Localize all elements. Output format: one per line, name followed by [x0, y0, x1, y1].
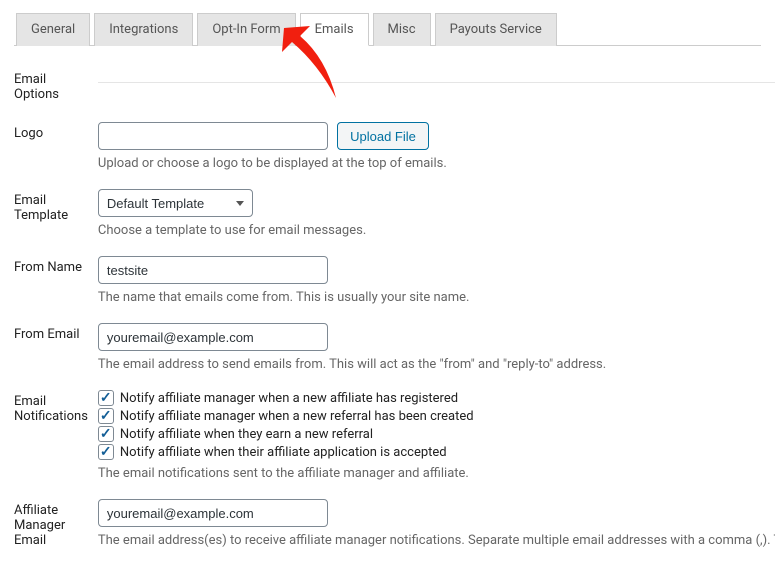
affiliate-manager-email-description: The email address(es) to receive affilia…	[98, 533, 775, 548]
email-template-description: Choose a template to use for email messa…	[98, 223, 775, 238]
from-email-label: From Email	[14, 309, 98, 376]
email-notifications-description: The email notifications sent to the affi…	[98, 466, 775, 481]
logo-label: Logo	[14, 108, 98, 175]
affiliate-manager-email-label: Affiliate Manager Email	[14, 485, 98, 552]
section-divider	[98, 82, 775, 83]
from-email-description: The email address to send emails from. T…	[98, 357, 775, 372]
upload-file-button[interactable]: Upload File	[337, 122, 429, 150]
from-name-input[interactable]	[98, 256, 328, 284]
email-template-select[interactable]: Default Template	[98, 189, 253, 217]
notify-affiliate-application-accepted-label: Notify affiliate when their affiliate ap…	[120, 445, 447, 460]
notify-manager-new-affiliate-checkbox[interactable]	[98, 390, 114, 406]
settings-form: Email Options Logo Upload File Upload or…	[14, 54, 775, 552]
logo-description: Upload or choose a logo to be displayed …	[98, 156, 775, 171]
from-name-description: The name that emails come from. This is …	[98, 290, 775, 305]
email-notifications-label: Email Notifications	[14, 376, 98, 485]
email-template-label: Email Template	[14, 175, 98, 242]
affiliate-manager-email-input[interactable]	[98, 499, 328, 527]
tab-emails[interactable]: Emails	[300, 13, 369, 46]
from-email-input[interactable]	[98, 323, 328, 351]
notify-manager-new-referral-checkbox[interactable]	[98, 408, 114, 424]
notify-affiliate-earn-referral-checkbox[interactable]	[98, 426, 114, 442]
tab-general[interactable]: General	[16, 13, 90, 46]
tab-opt-in-form[interactable]: Opt-In Form	[197, 13, 295, 46]
notify-affiliate-earn-referral-label: Notify affiliate when they earn a new re…	[120, 427, 373, 442]
section-heading-email-options: Email Options	[14, 54, 98, 108]
tab-integrations[interactable]: Integrations	[94, 13, 193, 46]
tab-misc[interactable]: Misc	[373, 13, 431, 46]
notify-affiliate-application-accepted-checkbox[interactable]	[98, 444, 114, 460]
tabs-nav: General Integrations Opt-In Form Emails …	[14, 12, 761, 46]
from-name-label: From Name	[14, 242, 98, 309]
notify-manager-new-referral-label: Notify affiliate manager when a new refe…	[120, 409, 474, 424]
notify-manager-new-affiliate-label: Notify affiliate manager when a new affi…	[120, 391, 458, 406]
logo-input[interactable]	[98, 122, 328, 150]
tab-payouts-service[interactable]: Payouts Service	[435, 13, 557, 46]
